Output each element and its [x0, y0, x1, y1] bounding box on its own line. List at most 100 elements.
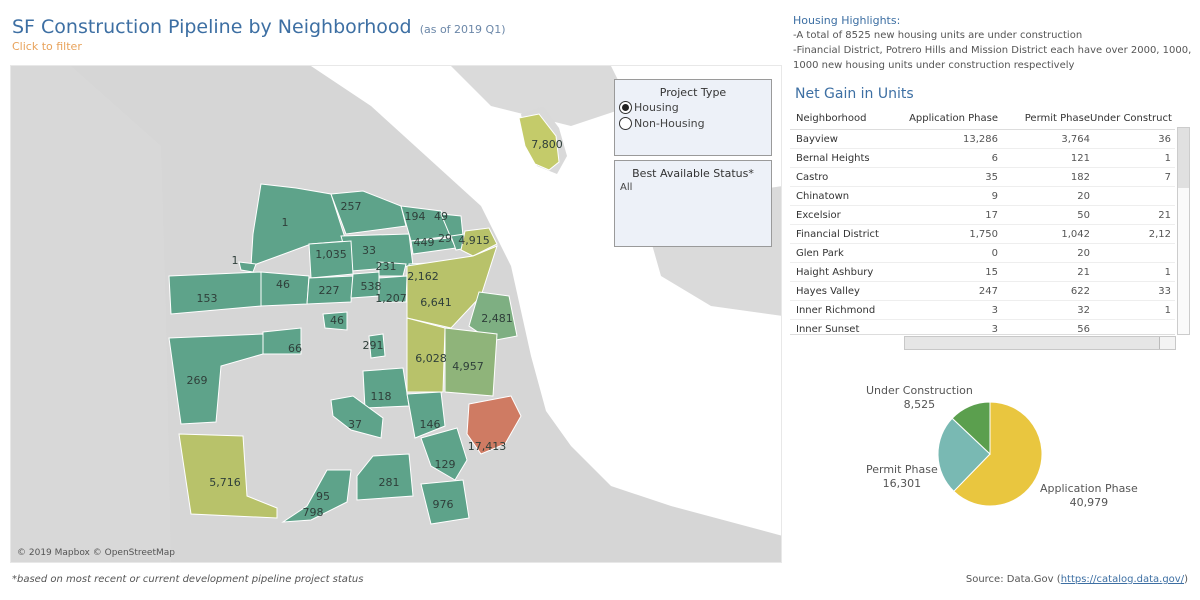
pie-label-name: Application Phase	[1040, 482, 1138, 495]
cell-under-construction: 7	[1164, 171, 1171, 183]
radio-non-housing-label: Non-Housing	[634, 117, 705, 130]
col-header-under-construction[interactable]: Under Construct	[1090, 113, 1175, 124]
radio-housing[interactable]: Housing	[619, 100, 771, 115]
neighborhood-map[interactable]: 7,800 1 257 194 49 449 29 4,915 33 1,035 1 231 2,162…	[10, 65, 782, 563]
pie-label-value: 8,525	[903, 398, 936, 411]
project-type-title: Project Type	[659, 86, 727, 99]
table-row[interactable]: Castro 35 182 7	[790, 168, 1175, 187]
cell-application: 35	[985, 171, 998, 183]
cell-application: 6	[991, 152, 998, 164]
cell-permit: 20	[1077, 190, 1090, 202]
table-row[interactable]: Excelsior 17 50 21	[790, 206, 1175, 225]
pie-label-application: Application Phase 40,979	[1040, 482, 1138, 510]
region-value-label: 2,481	[481, 312, 513, 325]
status-filter-value[interactable]: All	[620, 182, 771, 193]
col-header-application[interactable]: Application Phase	[890, 113, 998, 124]
table-row[interactable]: Inner Richmond 3 32 1	[790, 301, 1175, 320]
pie-label-value: 40,979	[1069, 496, 1109, 509]
pie-label-value: 16,301	[882, 477, 922, 490]
table-row[interactable]: Glen Park 0 20	[790, 244, 1175, 263]
cell-neighborhood: Bayview	[796, 133, 838, 145]
vertical-scroll-thumb[interactable]	[1178, 128, 1189, 188]
table-row[interactable]: Chinatown 9 20	[790, 187, 1175, 206]
region-seacliff[interactable]	[238, 261, 257, 273]
cell-permit: 3,764	[1061, 133, 1090, 145]
col-header-neighborhood[interactable]: Neighborhood	[790, 113, 890, 124]
cell-permit: 121	[1070, 152, 1090, 164]
cell-neighborhood: Financial District	[796, 228, 879, 240]
source-prefix: Source: Data.Gov (	[965, 574, 1061, 585]
footnote: *based on most recent or current develop…	[12, 574, 364, 585]
net-gain-table[interactable]: Neighborhood Application Phase Permit Ph…	[790, 108, 1175, 335]
status-filter-title: Best Available Status*	[632, 167, 754, 180]
table-body: Bayview 13,286 3,764 36 Bernal Heights 6 121 1 C…	[790, 130, 1175, 335]
cell-permit: 20	[1077, 247, 1090, 259]
region-value-label: 798	[303, 506, 324, 519]
cell-under-construction: 1	[1164, 266, 1171, 278]
table-row[interactable]: Hayes Valley 247 622 33	[790, 282, 1175, 301]
dashboard-title: SF Construction Pipeline by Neighborhood	[12, 16, 412, 38]
horizontal-scroll-thumb[interactable]	[905, 337, 1160, 349]
region-value-label: 46	[276, 278, 290, 291]
table-row[interactable]: Bayview 13,286 3,764 36	[790, 130, 1175, 149]
cell-permit: 21	[1077, 266, 1090, 278]
table-row[interactable]: Bernal Heights 6 121 1	[790, 149, 1175, 168]
cell-application: 1,750	[969, 228, 998, 240]
cell-permit: 182	[1070, 171, 1090, 183]
region-value-label: 153	[197, 292, 218, 305]
region-value-label: 1,207	[375, 292, 407, 305]
region-value-label: 66	[288, 342, 302, 355]
region-value-label: 95	[316, 490, 330, 503]
source-link[interactable]: https://catalog.data.gov/	[1061, 574, 1184, 585]
cell-permit: 56	[1077, 323, 1090, 335]
region-value-label: 1,035	[315, 248, 347, 261]
cell-permit: 622	[1070, 285, 1090, 297]
region-value-label: 1	[232, 254, 239, 267]
table-vertical-scrollbar[interactable]	[1177, 127, 1190, 335]
col-header-permit[interactable]: Permit Phase	[998, 113, 1090, 124]
region-value-label: 227	[319, 284, 340, 297]
cell-neighborhood: Hayes Valley	[796, 285, 860, 297]
cell-application: 3	[991, 323, 998, 335]
table-row[interactable]: Inner Sunset 3 56	[790, 320, 1175, 335]
cell-application: 13,286	[963, 133, 998, 145]
radio-selected-icon[interactable]	[619, 101, 632, 114]
cell-application: 247	[978, 285, 998, 297]
table-row[interactable]: Financial District 1,750 1,042 2,12	[790, 225, 1175, 244]
cell-under-construction: 1	[1164, 152, 1171, 164]
housing-highlights: Housing Highlights: -A total of 8525 new…	[793, 13, 1193, 73]
status-filter[interactable]: Best Available Status* All	[614, 160, 772, 247]
region-value-label: 291	[363, 339, 384, 352]
region-value-label: 33	[362, 244, 376, 257]
source-credit: Source: Data.Gov (https://catalog.data.g…	[966, 574, 1188, 585]
radio-unselected-icon[interactable]	[619, 117, 632, 130]
cell-permit: 1,042	[1061, 228, 1090, 240]
project-type-filter[interactable]: Project Type Housing Non-Housing	[614, 79, 772, 156]
cell-neighborhood: Bernal Heights	[796, 152, 870, 164]
region-value-label: 281	[379, 476, 400, 489]
region-value-label: 231	[376, 260, 397, 273]
cell-permit: 50	[1077, 209, 1090, 221]
cell-neighborhood: Haight Ashbury	[796, 266, 874, 278]
cell-application: 3	[991, 304, 998, 316]
cell-neighborhood: Castro	[796, 171, 829, 183]
table-header: Neighborhood Application Phase Permit Ph…	[790, 108, 1175, 130]
cell-application: 15	[985, 266, 998, 278]
cell-neighborhood: Inner Richmond	[796, 304, 876, 316]
cell-under-construction: 1	[1164, 304, 1171, 316]
region-value-label: 49	[434, 210, 448, 223]
radio-non-housing[interactable]: Non-Housing	[619, 116, 771, 131]
region-value-label: 4,915	[458, 234, 490, 247]
region-value-label: 146	[420, 418, 441, 431]
region-value-label: 2,162	[407, 270, 439, 283]
table-horizontal-scrollbar[interactable]	[904, 336, 1176, 350]
pie-label-under-construction: Under Construction 8,525	[866, 384, 973, 412]
cell-application: 9	[991, 190, 998, 202]
cell-under-construction: 36	[1158, 133, 1171, 145]
cell-permit: 32	[1077, 304, 1090, 316]
highlights-line-1: -A total of 8525 new housing units are u…	[793, 30, 1083, 41]
region-value-label: 6,641	[420, 296, 452, 309]
cell-under-construction: 2,12	[1148, 228, 1171, 240]
source-suffix: )	[1184, 574, 1188, 585]
table-row[interactable]: Haight Ashbury 15 21 1	[790, 263, 1175, 282]
